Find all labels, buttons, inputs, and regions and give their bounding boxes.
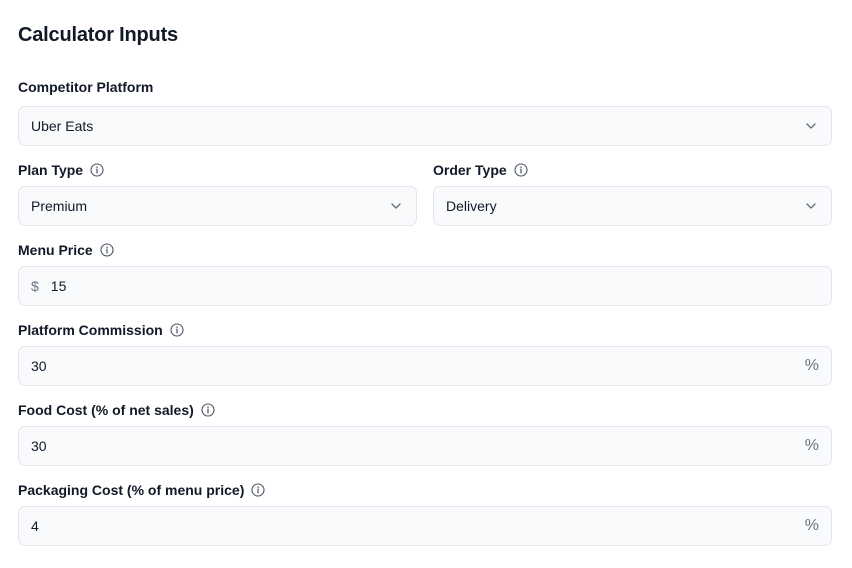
platform-commission-input[interactable]: 30 % [18,346,832,386]
info-icon[interactable] [514,163,528,177]
packaging-cost-value: 4 [31,518,39,534]
page-title: Calculator Inputs [18,24,178,46]
plan-type-label-text: Plan Type [18,162,84,178]
food-cost-input[interactable]: 30 % [18,426,832,466]
food-cost-label-text: Food Cost (% of net sales) [18,402,194,418]
plan-type-select[interactable]: Premium [18,186,417,226]
percent-suffix: % [804,357,819,374]
currency-prefix: $ [31,278,39,294]
menu-price-value: 15 [50,278,67,294]
info-icon[interactable] [90,163,104,177]
chevron-down-icon [388,198,404,214]
info-icon[interactable] [251,483,265,497]
order-type-label-text: Order Type [433,162,507,178]
chevron-down-icon [803,118,819,134]
menu-price-input[interactable]: $ 15 [18,266,832,306]
plan-type-label: Plan Type [18,160,104,180]
competitor-platform-label-text: Competitor Platform [18,79,154,95]
menu-price-label-text: Menu Price [18,242,93,258]
packaging-cost-label: Packaging Cost (% of menu price) [18,480,265,500]
info-icon[interactable] [201,403,215,417]
order-type-value: Delivery [446,198,497,214]
plan-type-value: Premium [31,198,88,214]
packaging-cost-input[interactable]: 4 % [18,506,832,546]
platform-commission-value: 30 [31,358,47,374]
order-type-label: Order Type [433,160,528,180]
percent-suffix: % [804,517,819,534]
info-icon[interactable] [100,243,114,257]
competitor-platform-label: Competitor Platform [18,77,153,97]
chevron-down-icon [803,198,819,214]
platform-commission-label-text: Platform Commission [18,322,163,338]
packaging-cost-label-text: Packaging Cost (% of menu price) [18,482,245,498]
food-cost-value: 30 [31,438,47,454]
info-icon[interactable] [170,323,184,337]
percent-suffix: % [804,437,819,454]
menu-price-label: Menu Price [18,240,114,260]
platform-commission-label: Platform Commission [18,320,184,340]
food-cost-label: Food Cost (% of net sales) [18,400,215,420]
order-type-select[interactable]: Delivery [433,186,832,226]
competitor-platform-select[interactable]: Uber Eats [18,106,832,146]
competitor-platform-value: Uber Eats [31,118,94,134]
